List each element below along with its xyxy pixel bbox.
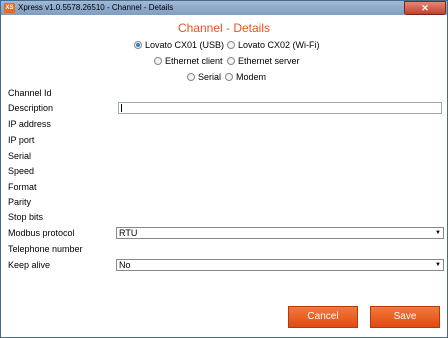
title-bar[interactable]: XS Xpress v1.0.5578.26510 - Channel - De…: [1, 1, 447, 15]
radio-label: Lovato CX02 (Wi-Fi): [238, 40, 320, 50]
dropdown-arrow-icon: ▼: [435, 262, 441, 268]
form-heading: Channel - Details: [177, 21, 271, 35]
app-icon: XS: [4, 3, 15, 13]
label-format: Format: [8, 182, 37, 192]
label-channel-id: Channel Id: [8, 88, 52, 98]
save-button[interactable]: Save: [370, 306, 440, 328]
radio-lovato-cx01[interactable]: Lovato CX01 (USB): [134, 40, 224, 50]
radio-selected-icon: [134, 41, 142, 49]
cancel-button[interactable]: Cancel: [288, 306, 358, 328]
radio-unselected-icon: [187, 73, 195, 81]
label-modbus-protocol: Modbus protocol: [8, 228, 75, 238]
dropdown-arrow-icon: ▼: [435, 230, 441, 236]
label-keep-alive: Keep alive: [8, 260, 51, 270]
label-parity: Parity: [8, 197, 32, 207]
form-content: Channel - Details Lovato CX01 (USB) Lova…: [2, 16, 446, 336]
radio-label: Ethernet server: [238, 56, 300, 66]
modbus-protocol-value: RTU: [119, 228, 138, 238]
radio-unselected-icon: [225, 73, 233, 81]
label-serial: Serial: [8, 151, 32, 161]
radio-unselected-icon: [227, 57, 235, 65]
text-caret: [121, 104, 122, 112]
close-button[interactable]: ✕: [404, 1, 446, 15]
window-title: Xpress v1.0.5578.26510 - Channel - Detai…: [18, 3, 174, 12]
modbus-protocol-select[interactable]: RTU ▼: [116, 227, 444, 239]
radio-label: Lovato CX01 (USB): [145, 40, 225, 50]
radio-ethernet-server[interactable]: Ethernet server: [227, 56, 300, 66]
label-stop-bits: Stop bits: [8, 212, 44, 222]
radio-lovato-cx02[interactable]: Lovato CX02 (Wi-Fi): [227, 40, 320, 50]
description-input[interactable]: [118, 102, 442, 114]
dialog-window: XS Xpress v1.0.5578.26510 - Channel - De…: [0, 0, 448, 338]
radio-label: Modem: [236, 72, 267, 82]
keep-alive-select[interactable]: No ▼: [116, 259, 444, 271]
radio-unselected-icon: [227, 41, 235, 49]
label-ip-port: IP port: [8, 135, 35, 145]
radio-ethernet-client[interactable]: Ethernet client: [154, 56, 223, 66]
label-telephone-number: Telephone number: [8, 244, 83, 254]
radio-label: Serial: [198, 72, 222, 82]
radio-modem[interactable]: Modem: [225, 72, 266, 82]
radio-serial[interactable]: Serial: [187, 72, 221, 82]
radio-label: Ethernet client: [165, 56, 223, 66]
label-description: Description: [8, 103, 54, 113]
label-ip-address: IP address: [8, 119, 51, 129]
keep-alive-value: No: [119, 260, 131, 270]
label-speed: Speed: [8, 166, 35, 176]
radio-unselected-icon: [154, 57, 162, 65]
